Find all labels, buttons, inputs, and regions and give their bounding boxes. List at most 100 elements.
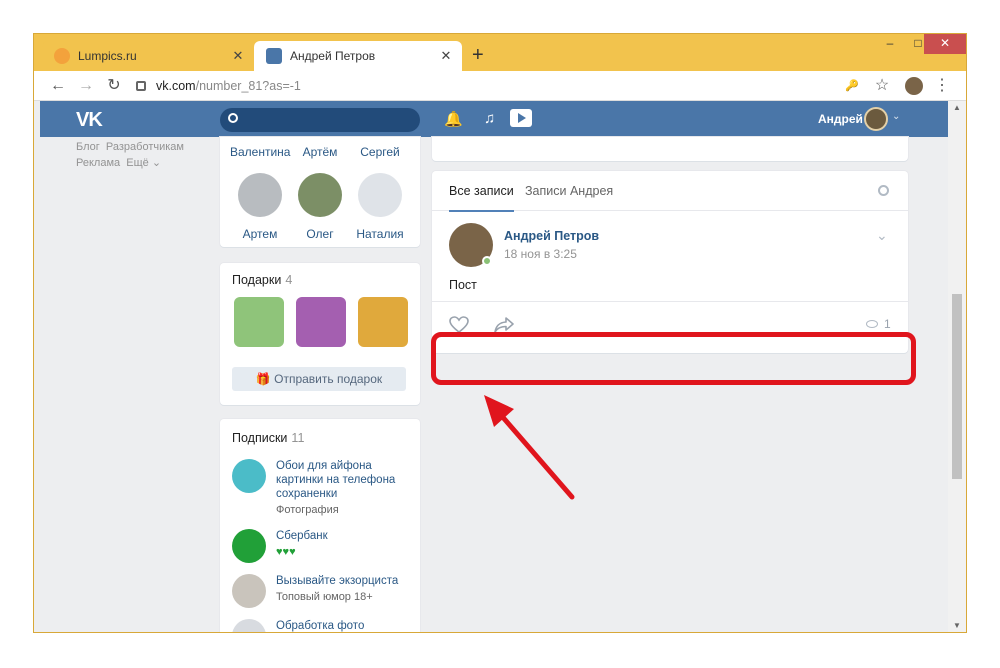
scroll-down-icon[interactable]: ▼: [948, 621, 966, 630]
play-video-icon[interactable]: [510, 109, 532, 127]
friend-name: Артем: [242, 227, 278, 241]
post-text: Пост: [449, 278, 477, 292]
vk-favicon-icon: [266, 48, 282, 64]
scroll-up-icon[interactable]: ▲: [948, 103, 966, 112]
gift-icon: 🎁: [255, 372, 271, 386]
notifications-bell-icon[interactable]: 🔔: [444, 110, 463, 128]
subscription-name: Обои для айфона: [276, 460, 372, 472]
page-scrollbar[interactable]: ▲ ▼: [948, 101, 966, 632]
new-tab-button[interactable]: +: [472, 44, 484, 67]
tab-title: Lumpics.ru: [78, 49, 137, 63]
subscription-desc: ♥♥♥: [276, 546, 296, 558]
online-indicator: [482, 256, 492, 266]
scrollbar-thumb[interactable]: [952, 294, 962, 479]
friend-name: Сергей: [360, 145, 400, 159]
subscription-avatar: [232, 574, 266, 608]
subscription-name: сохраненки: [276, 488, 338, 500]
address-bar[interactable]: vk.com/number_81?as=-1: [136, 75, 876, 97]
friends-block: Валентина Артём Сергей Артем Олег Натали…: [220, 137, 420, 247]
page-viewport: VK 🔔 ♫ Андрей ⌄ Блог Разработчикам Рекла…: [34, 101, 948, 632]
developers-link[interactable]: Разработчикам: [106, 141, 184, 153]
minimize-button[interactable]: –: [876, 34, 904, 54]
browser-menu-icon[interactable]: ⋮: [932, 76, 952, 96]
ads-link[interactable]: Реклама: [76, 157, 120, 169]
tab-vk-profile[interactable]: Андрей Петров ✕: [254, 41, 462, 71]
subscription-name: картинки на телефона: [276, 474, 396, 486]
subscription-item[interactable]: Сбербанк ♥♥♥: [232, 529, 412, 563]
address-host: vk.com: [156, 79, 196, 93]
subscriptions-header[interactable]: Подписки 11: [232, 431, 304, 445]
tab-lumpics[interactable]: Lumpics.ru ✕: [42, 41, 254, 71]
close-window-button[interactable]: ✕: [924, 34, 966, 54]
friend-avatar: [298, 173, 342, 217]
reload-button[interactable]: ↻: [104, 76, 124, 96]
subscription-avatar: [232, 619, 266, 632]
forward-button[interactable]: →: [76, 76, 96, 96]
lumpics-favicon-icon: [54, 48, 70, 64]
friend-name: Артём: [302, 145, 338, 159]
subscription-name: Вызывайте экзорциста: [276, 575, 399, 587]
views-count: 1: [884, 317, 891, 331]
subscription-name: Обработка фото: [276, 620, 365, 632]
more-link[interactable]: Ещё: [126, 157, 149, 169]
tab-andrey-posts[interactable]: Записи Андрея: [525, 184, 613, 198]
friend-name: Валентина: [230, 145, 291, 159]
search-icon: [228, 113, 238, 123]
lock-icon: [136, 81, 146, 91]
chevron-down-icon[interactable]: ⌄: [892, 111, 900, 122]
gift-item[interactable]: [358, 297, 408, 347]
close-tab-icon[interactable]: ✕: [228, 48, 248, 64]
subscription-item[interactable]: Обработка фото: [232, 619, 412, 632]
friend-item[interactable]: Артём: [290, 145, 350, 159]
wall-tabs: Все записи Записи Андрея: [432, 171, 908, 212]
blog-link[interactable]: Блог: [76, 141, 100, 153]
music-icon[interactable]: ♫: [484, 110, 495, 127]
gifts-title: Подарки: [232, 273, 282, 287]
gift-item[interactable]: [234, 297, 284, 347]
back-button[interactable]: ←: [48, 76, 68, 96]
wall-search-icon[interactable]: [878, 185, 889, 196]
subscriptions-block: Подписки 11 Обои для айфона картинки на те…: [220, 419, 420, 632]
friend-name: Олег: [306, 227, 334, 241]
close-tab-icon[interactable]: ✕: [436, 48, 456, 64]
profile-avatar-icon[interactable]: [904, 76, 924, 96]
send-gift-label: Отправить подарок: [274, 372, 383, 386]
friend-item[interactable]: Артем: [230, 173, 290, 241]
bookmark-star-icon[interactable]: ☆: [872, 76, 892, 96]
key-icon[interactable]: 🔑: [842, 76, 862, 96]
previous-post-footer: [432, 137, 908, 161]
header-username[interactable]: Андрей: [818, 112, 863, 126]
post-author-name[interactable]: Андрей Петров: [504, 229, 599, 243]
vk-logo[interactable]: VK: [76, 109, 103, 132]
browser-toolbar: ← → ↻ vk.com/number_81?as=-1 🔑 ☆ ⋮: [34, 71, 966, 101]
subscriptions-count: 11: [291, 431, 305, 445]
tab-strip: Lumpics.ru ✕ Андрей Петров ✕ + – □ ✕: [34, 34, 966, 71]
address-path: /number_81?as=-1: [195, 79, 301, 93]
friend-item[interactable]: Наталия: [350, 173, 410, 241]
header-avatar[interactable]: [864, 107, 888, 131]
gifts-header[interactable]: Подарки 4: [232, 273, 292, 287]
left-footer-menu: Блог Разработчикам Реклама Ещё ⌄: [76, 139, 184, 171]
tab-title: Андрей Петров: [290, 49, 376, 63]
subscription-item[interactable]: Вызывайте экзорциста Топовый юмор 18+: [232, 574, 412, 608]
friend-item[interactable]: Сергей: [350, 145, 410, 159]
subscription-avatar: [232, 459, 266, 493]
post-date[interactable]: 18 ноя в 3:25: [504, 247, 577, 261]
friend-name: Наталия: [356, 227, 404, 241]
annotation-arrow-icon: [484, 395, 575, 500]
subscriptions-title: Подписки: [232, 431, 288, 445]
friend-item[interactable]: Валентина: [230, 145, 290, 159]
tab-all-posts[interactable]: Все записи: [449, 184, 514, 212]
search-input[interactable]: [220, 108, 420, 132]
subscription-desc: Фотография: [276, 504, 339, 516]
post-menu-chevron-icon[interactable]: ⌄: [876, 227, 888, 244]
friend-avatar: [358, 173, 402, 217]
gift-item[interactable]: [296, 297, 346, 347]
browser-window: Lumpics.ru ✕ Андрей Петров ✕ + – □ ✕ ← →…: [33, 33, 967, 633]
vk-header: VK 🔔 ♫ Андрей ⌄: [40, 101, 948, 137]
send-gift-button[interactable]: 🎁 Отправить подарок: [232, 367, 406, 391]
friend-item[interactable]: Олег: [290, 173, 350, 241]
subscription-item[interactable]: Обои для айфона картинки на телефона сохра…: [232, 459, 412, 517]
friend-avatar: [238, 173, 282, 217]
wall-block: Все записи Записи Андрея Андрей Петров 1…: [432, 171, 908, 353]
